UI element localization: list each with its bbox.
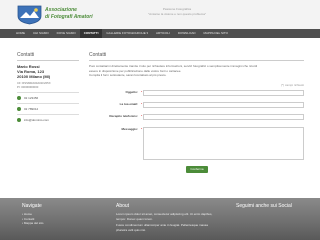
page-title: Contatti <box>89 52 304 61</box>
nav-galleries[interactable]: GALLERIE FOTOGRAFICHE ▾ <box>102 29 152 38</box>
fax-row: 02 789012 <box>17 106 79 111</box>
footer-about: About Lorem ipsum dolor sit amet, consec… <box>116 203 216 232</box>
phone-number[interactable]: 02 123456 <box>24 96 38 100</box>
footer-nav: Navigate • Home • Contatti • Mappa del s… <box>22 203 43 226</box>
footer-nav-link[interactable]: • Mappa del sito <box>22 221 43 226</box>
divider <box>17 102 79 104</box>
submit-button[interactable]: Conferma <box>186 166 208 173</box>
nav-contacts[interactable]: CONTATTI <box>79 29 103 38</box>
fax-number: 02 789012 <box>24 106 39 111</box>
email-label: La tua email: <box>119 102 138 106</box>
required-marker: * <box>141 114 143 118</box>
footer-about-text: tempor. Donec quam lorem. <box>116 216 154 221</box>
message-textarea[interactable] <box>143 127 305 160</box>
brand[interactable]: Associazione di Fotografi Amatori <box>45 7 93 20</box>
nav-about[interactable]: CHI SIAMO <box>29 29 53 38</box>
nav-sitemap[interactable]: MAPPA DEL SITO <box>199 29 231 38</box>
message-row: Messaggio: * <box>89 127 305 160</box>
nav-home[interactable]: HOME <box>12 29 29 38</box>
sidebar-title: Contatti <box>17 52 79 61</box>
required-note: (*) campi richiesti <box>280 82 304 87</box>
phone-icon <box>17 95 21 100</box>
footer: Navigate • Home • Contatti • Mappa del s… <box>0 198 320 240</box>
nav-articles[interactable]: ARTICOLI <box>152 29 174 38</box>
nav-location[interactable]: DOVE SIAMO <box>53 29 80 38</box>
content-area: Contatti Mario Rossi Via Roma, 123 20100… <box>0 38 320 198</box>
brand-name: Associazione <box>45 7 77 13</box>
phone-label: Recapito telefonico: <box>109 114 138 118</box>
footer-about-title: About <box>116 203 130 209</box>
contact-city: 20100 Milano (MI) <box>17 74 51 79</box>
phone-input[interactable] <box>143 114 305 120</box>
contact-codes: CF: RSSMRA00A01F205X PI: 00000000000 <box>17 81 79 90</box>
logo-icon[interactable] <box>16 4 43 25</box>
divider <box>17 91 79 93</box>
phone-row: Recapito telefonico: * <box>89 114 305 120</box>
contact-form-section: Contatti Puoi contattarmi direttamente t… <box>89 52 305 160</box>
intro-text: Puoi contattarmi direttamente tramite il… <box>89 64 304 78</box>
email-row: La tua email: * <box>89 102 305 108</box>
email-row[interactable]: info@dominio.com <box>17 117 79 122</box>
tagline-quote: "Amiamo la visione e non questo problema… <box>148 11 206 16</box>
footer-social: Seguimi anche sui Social <box>236 203 292 212</box>
email-link[interactable]: info@dominio.com <box>24 118 49 122</box>
contact-sidebar: Contatti Mario Rossi Via Roma, 123 20100… <box>17 52 79 125</box>
tagline: Passione Fotografica "Amiamo la visione … <box>132 7 222 16</box>
email-icon <box>17 117 21 122</box>
footer-nav-title: Navigate <box>22 203 42 209</box>
message-label: Messaggio: <box>121 127 138 131</box>
email-input[interactable] <box>143 102 305 108</box>
vat-number: PI: 00000000000 <box>17 84 39 89</box>
footer-about-text: Lorem ipsum dolor sit amet, consectetur … <box>116 212 213 216</box>
footer-about-text: pharetra velit quis nisi. <box>116 227 146 232</box>
required-marker: * <box>141 127 143 131</box>
phone-row[interactable]: 02 123456 <box>17 95 79 100</box>
footer-about-text: Fusce condimentum ullamcorper ante in fe… <box>116 223 208 227</box>
footer-social-title: Seguimi anche sui Social <box>236 203 292 209</box>
subject-row: Oggetto: * <box>89 90 305 96</box>
required-marker: * <box>141 90 143 94</box>
divider <box>17 113 79 115</box>
required-marker: * <box>141 102 143 106</box>
main-nav: HOME CHI SIAMO DOVE SIAMO CONTATTI GALLE… <box>0 29 320 38</box>
fax-icon <box>17 106 21 111</box>
subject-label: Oggetto: <box>125 90 139 94</box>
subject-input[interactable] <box>143 90 305 96</box>
header-bar: Associazione di Fotografi Amatori Passio… <box>0 0 320 29</box>
nav-download[interactable]: DOWNLOAD <box>174 29 200 38</box>
intro-line: Compila il form sottostante, sarai ricon… <box>89 73 167 77</box>
brand-subtitle: di Fotografi Amatori <box>45 14 93 20</box>
